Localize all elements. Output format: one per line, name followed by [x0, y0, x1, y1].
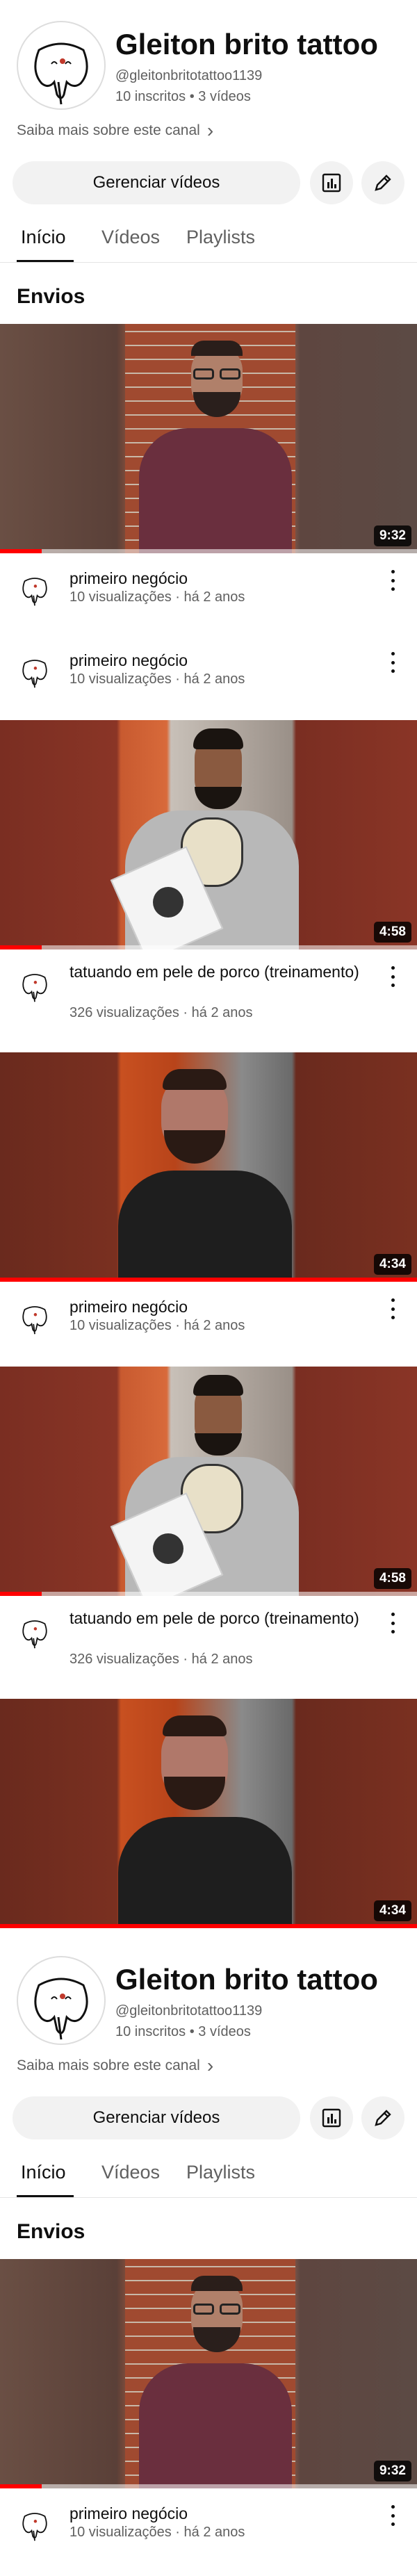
person-figure [132, 324, 299, 553]
tab-playlists[interactable]: Playlists [186, 2162, 255, 2183]
video-thumbnail[interactable]: 4:34 [0, 1699, 417, 1928]
tab-inicio[interactable]: Início [21, 227, 66, 248]
video-subtitle: 10 visualizações · há 2 anos [70, 1318, 245, 1333]
about-label: Saiba mais sobre este canal [17, 122, 200, 138]
video-title[interactable]: tatuando em pele de porco (treinamento) [70, 962, 368, 981]
channel-name: Gleiton brito tattoo [115, 1963, 378, 1996]
duration-badge: 9:32 [373, 525, 411, 546]
channel-header: Gleiton brito tattoo @gleitonbritotattoo… [0, 0, 417, 271]
uploader-avatar[interactable] [15, 1297, 54, 1336]
video-meta: primeiro negócio 10 visualizações · há 2… [0, 2488, 417, 2551]
video-subtitle: 10 visualizações · há 2 anos [70, 2525, 245, 2540]
person-figure [110, 720, 299, 949]
tab-inicio[interactable]: Início [21, 2162, 66, 2183]
active-tab-indicator [17, 260, 74, 262]
duration-badge: 4:34 [373, 1900, 411, 1921]
channel-header: Gleiton brito tattoo @gleitonbritotattoo… [0, 1935, 417, 2206]
about-channel-link[interactable]: Saiba mais sobre este canal › [17, 120, 213, 142]
uploader-avatar[interactable] [15, 1611, 54, 1650]
video-subtitle: 10 visualizações · há 2 anos [70, 671, 245, 687]
elephant-logo-icon [34, 42, 88, 105]
pencil-icon [375, 2110, 391, 2126]
video-thumbnail[interactable]: 4:58 [0, 720, 417, 949]
elephant-logo-icon [22, 578, 47, 606]
tab-playlists[interactable]: Playlists [186, 227, 255, 248]
manage-videos-button[interactable]: Gerenciar vídeos [13, 161, 300, 204]
video-meta: tatuando em pele de porco (treinamento) … [0, 1596, 417, 1679]
video-meta: primeiro negócio 10 visualizações · há 2… [0, 553, 417, 616]
more-options-icon[interactable] [389, 570, 396, 591]
person-figure [118, 1052, 299, 1282]
channel-tabs: Início Vídeos Playlists [0, 218, 417, 263]
channel-avatar[interactable] [17, 21, 106, 110]
edit-button[interactable] [361, 2096, 404, 2139]
channel-stats: 10 inscritos • 3 vídeos [115, 2024, 251, 2039]
elephant-logo-icon [22, 2513, 47, 2541]
analytics-button[interactable] [310, 2096, 353, 2139]
video-subtitle: 326 visualizações · há 2 anos [70, 1652, 253, 1667]
page: { "channel": { "name": "Gleiton brito ta… [0, 0, 417, 2576]
section-title: Envios [17, 2220, 85, 2243]
active-tab-indicator [17, 2195, 74, 2197]
person-figure [110, 1367, 299, 1596]
video-subtitle: 326 visualizações · há 2 anos [70, 1005, 253, 1020]
duration-badge: 9:32 [373, 2461, 411, 2481]
channel-avatar[interactable] [17, 1956, 106, 2045]
video-title[interactable]: primeiro negócio [70, 651, 368, 670]
edit-button[interactable] [361, 161, 404, 204]
more-options-icon[interactable] [389, 652, 396, 673]
video-thumbnail[interactable]: 4:34 [0, 1052, 417, 1282]
elephant-logo-icon [22, 660, 47, 688]
bar-chart-icon [322, 173, 341, 193]
video-title[interactable]: tatuando em pele de porco (treinamento) [70, 1608, 368, 1628]
more-options-icon[interactable] [389, 966, 396, 987]
uploader-avatar[interactable] [15, 965, 54, 1004]
uploader-avatar[interactable] [15, 569, 54, 608]
channel-stats: 10 inscritos • 3 vídeos [115, 89, 251, 104]
more-options-icon[interactable] [389, 1298, 396, 1319]
video-meta: primeiro negócio 10 visualizações · há 2… [0, 1282, 417, 1344]
video-title[interactable]: primeiro negócio [70, 1297, 368, 1316]
channel-handle: @gleitonbritotattoo1139 [115, 2003, 263, 2019]
duration-badge: 4:34 [373, 1254, 411, 1275]
elephant-logo-icon [22, 1620, 47, 1649]
video-subtitle: 10 visualizações · há 2 anos [70, 589, 245, 605]
video-thumbnail[interactable]: 9:32 [0, 2259, 417, 2488]
channel-tabs: Início Vídeos Playlists [0, 2153, 417, 2198]
about-channel-link[interactable]: Saiba mais sobre este canal › [17, 2055, 213, 2077]
more-options-icon[interactable] [389, 1613, 396, 1633]
person-figure [118, 1699, 299, 1928]
pencil-icon [375, 174, 391, 191]
uploader-avatar[interactable] [15, 2504, 54, 2543]
tab-videos[interactable]: Vídeos [101, 227, 160, 248]
video-thumbnail[interactable]: 9:32 [0, 324, 417, 553]
video-title[interactable]: primeiro negócio [70, 569, 368, 588]
analytics-button[interactable] [310, 161, 353, 204]
video-thumbnail[interactable]: 4:58 [0, 1367, 417, 1596]
about-label: Saiba mais sobre este canal [17, 2057, 200, 2073]
elephant-logo-icon [34, 1978, 88, 2040]
tab-videos[interactable]: Vídeos [101, 2162, 160, 2183]
duration-badge: 4:58 [373, 1568, 411, 1589]
elephant-logo-icon [22, 1306, 47, 1335]
manage-videos-button[interactable]: Gerenciar vídeos [13, 2096, 300, 2139]
duration-badge: 4:58 [373, 922, 411, 943]
more-options-icon[interactable] [389, 2505, 396, 2526]
video-meta: tatuando em pele de porco (treinamento) … [0, 949, 417, 1033]
watch-progress [0, 1924, 417, 1928]
video-title[interactable]: primeiro negócio [70, 2504, 368, 2523]
uploader-avatar[interactable] [15, 651, 54, 690]
channel-handle: @gleitonbritotattoo1139 [115, 68, 263, 83]
elephant-logo-icon [22, 974, 47, 1002]
chevron-right-icon: › [206, 2055, 214, 2076]
video-meta: primeiro negócio 10 visualizações · há 2… [0, 635, 417, 698]
chevron-right-icon: › [206, 120, 214, 141]
channel-name: Gleiton brito tattoo [115, 28, 378, 60]
person-figure [132, 2259, 299, 2488]
bar-chart-icon [322, 2108, 341, 2128]
section-title: Envios [17, 285, 85, 308]
